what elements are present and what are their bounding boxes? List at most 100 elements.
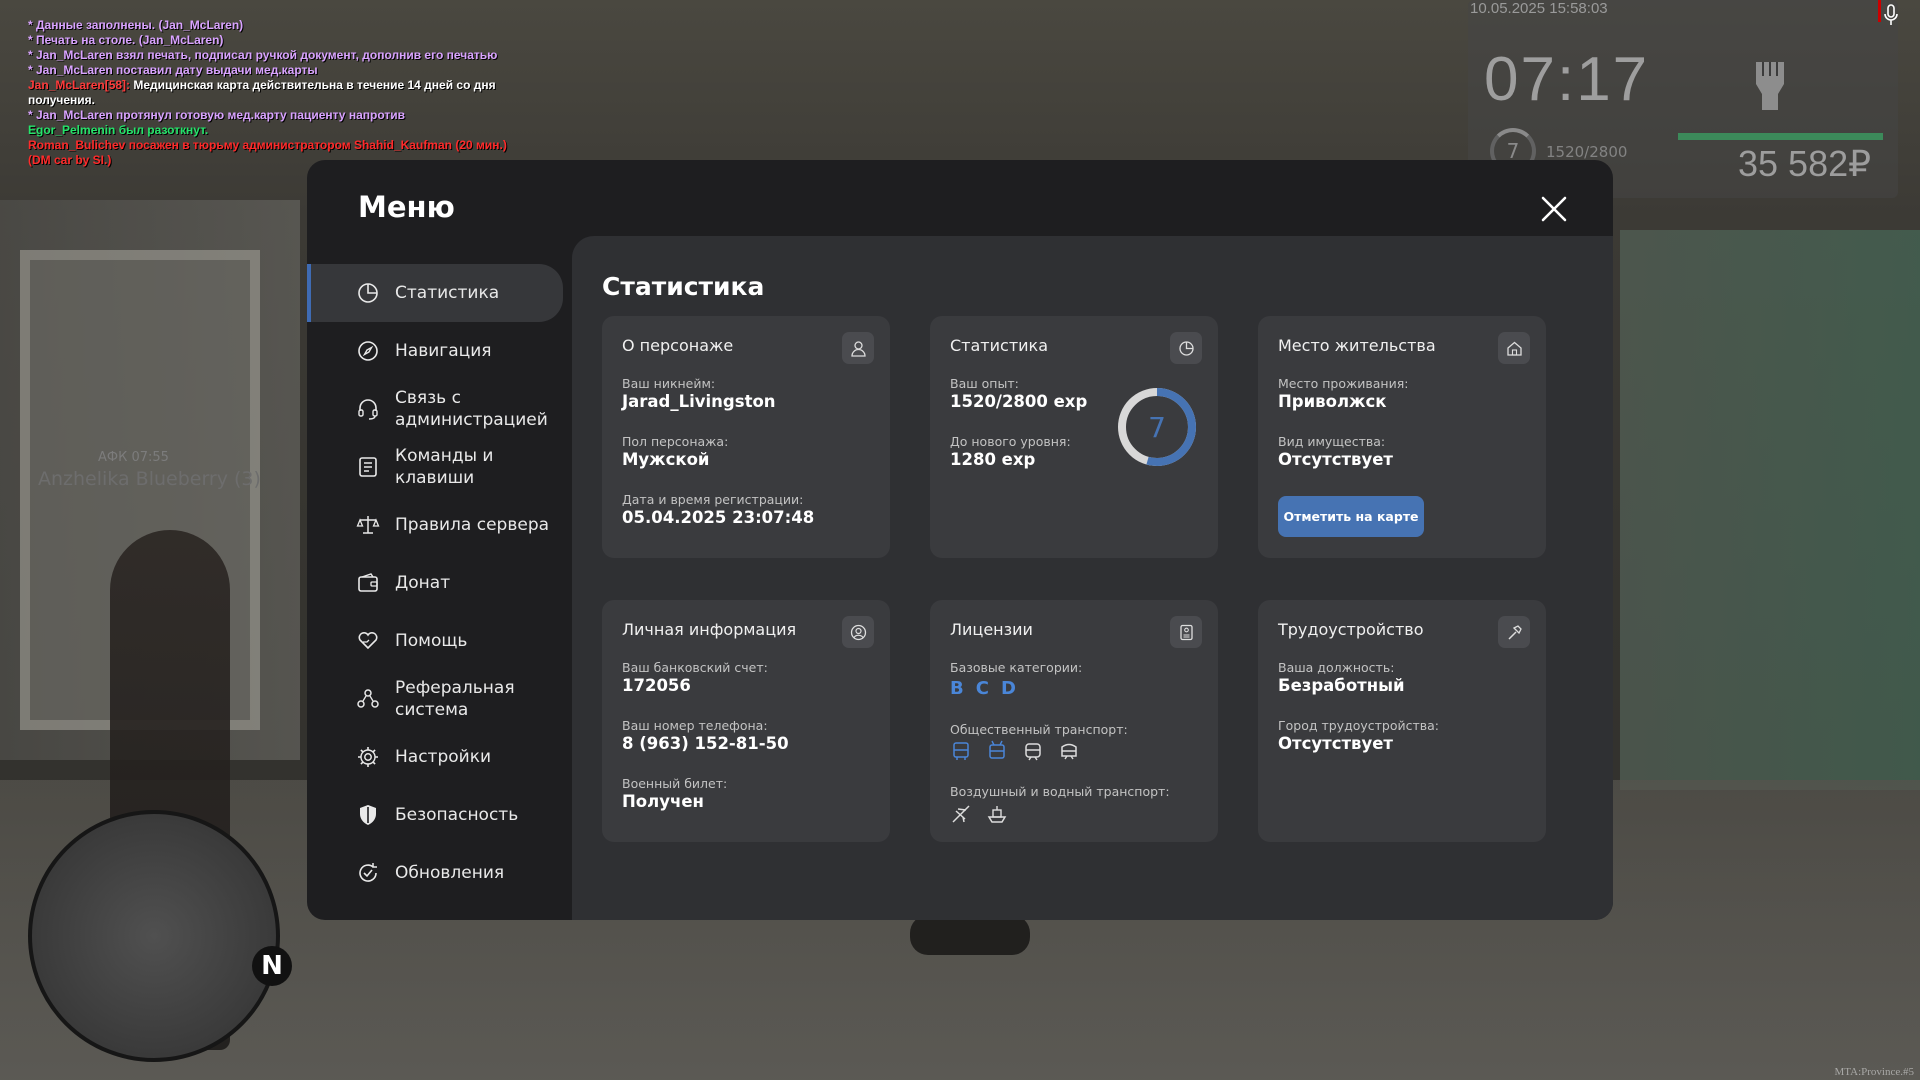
chat-line: * Jan_McLaren протянул готовую мед.карту… — [28, 108, 405, 122]
field-label: Вид имущества: — [1278, 434, 1386, 449]
chat-line: * Jan_McLaren взял печать, подписал ручк… — [28, 48, 498, 62]
hud-exp: 1520/2800 — [1546, 143, 1628, 161]
gender-value: Мужской — [622, 450, 710, 469]
field-label: Воздушный и водный транспорт: — [950, 784, 1170, 799]
sidebar-item-label: Правила сервера — [395, 515, 550, 535]
sidebar-item-label: Настройки — [395, 747, 492, 767]
sidebar-item-label: Обновления — [395, 863, 505, 883]
npc-feet — [910, 915, 1030, 955]
card-icon-box — [842, 616, 874, 648]
sidebar-item-referral[interactable]: Реферальная система — [307, 670, 563, 728]
card-icon-box — [1170, 332, 1202, 364]
chat-line: * Данные заполнены. (Jan_McLaren) — [28, 18, 244, 32]
scales-icon — [356, 516, 380, 534]
sidebar-item-label: Помощь — [395, 631, 468, 651]
trolleybus-icon — [989, 740, 1005, 759]
field-label: Ваш номер телефона: — [622, 718, 768, 733]
property-value: Отсутствует — [1278, 450, 1393, 469]
plane-icon — [952, 805, 970, 823]
gear-icon — [358, 747, 378, 767]
sidebar-item-donate[interactable]: Донат — [307, 554, 563, 612]
card-title: Статистика — [950, 336, 1048, 355]
sidebar-item-help[interactable]: Помощь — [307, 612, 563, 670]
menu-window: Меню Статистика Навигация Связь с админи… — [307, 160, 1613, 920]
sidebar-item-updates[interactable]: Обновления — [307, 844, 563, 902]
radar-minimap — [28, 810, 280, 1062]
position-value: Безработный — [1278, 676, 1405, 695]
nickname-value: Jarad_Livingston — [622, 392, 776, 411]
field-label: Дата и время регистрации: — [622, 492, 804, 507]
field-label: Пол персонажа: — [622, 434, 729, 449]
sidebar-item-commands[interactable]: Команды и клавиши — [307, 438, 563, 496]
sidebar-item-statistics[interactable]: Статистика — [307, 264, 563, 322]
license-category: B — [950, 678, 964, 699]
wall-right — [1620, 230, 1920, 790]
heart-hands-icon — [358, 631, 378, 650]
card-character: О персонаже Ваш никнейм: Jarad_Livingsto… — [602, 316, 890, 558]
close-icon[interactable] — [1539, 194, 1569, 224]
hud-money: 35 582₽ — [1738, 143, 1872, 184]
mark-on-map-button[interactable]: Отметить на карте — [1278, 496, 1424, 537]
job-city-value: Отсутствует — [1278, 734, 1393, 753]
chat-line: Jan_McLaren[58]: Медицинская карта дейст… — [28, 78, 508, 108]
user-circle-icon — [850, 624, 866, 640]
field-label: До нового уровня: — [950, 434, 1071, 449]
menu-title: Меню — [358, 190, 455, 224]
content-title: Статистика — [602, 272, 765, 301]
compass-icon — [358, 341, 378, 361]
field-label: Общественный транспорт: — [950, 722, 1128, 737]
card-title: Лицензии — [950, 620, 1033, 639]
license-category: C — [975, 678, 989, 699]
license-categories: B C D — [950, 678, 1016, 699]
card-title: Трудоустройство — [1278, 620, 1424, 639]
field-label: Базовые категории: — [950, 660, 1083, 675]
card-employment: Трудоустройство Ваша должность: Безработ… — [1258, 600, 1546, 842]
field-label: Ваш банковский счет: — [622, 660, 768, 675]
id-card-icon — [1179, 624, 1193, 640]
shield-icon — [360, 805, 376, 825]
hammer-icon — [1507, 624, 1522, 640]
level-number: 7 — [1148, 411, 1166, 444]
menu-sidebar: Статистика Навигация Связь с администрац… — [307, 264, 563, 902]
field-label: Ваш никнейм: — [622, 376, 716, 391]
next-level-value: 1280 exp — [950, 450, 1036, 469]
bank-account-value: 172056 — [622, 676, 691, 695]
player-name-tag: Anzhelika Blueberry (3) — [38, 468, 261, 490]
card-title: О персонаже — [622, 336, 734, 355]
license-category: D — [1000, 678, 1016, 699]
content-area: Статистика О персонаже Ваш никнейм: Jara… — [572, 236, 1613, 920]
registration-value: 05.04.2025 23:07:48 — [622, 508, 815, 527]
chat-line: * Печать на столе. (Jan_McLaren) — [28, 33, 224, 47]
sidebar-item-label: Связь с администрацией — [395, 388, 548, 430]
military-value: Получен — [622, 792, 704, 811]
refresh-check-icon — [359, 863, 377, 882]
ship-icon — [987, 806, 1007, 823]
card-title: Место жительства — [1278, 336, 1436, 355]
city-value: Приволжск — [1278, 392, 1387, 411]
card-icon-box — [1498, 332, 1530, 364]
pie-chart-icon — [1178, 340, 1194, 356]
sidebar-item-label: Команды и клавиши — [395, 446, 494, 488]
field-label: Ваша должность: — [1278, 660, 1395, 675]
hud-time: 07:17 — [1484, 45, 1650, 114]
sidebar-item-rules[interactable]: Правила сервера — [307, 496, 563, 554]
phone-value: 8 (963) 152-81-50 — [622, 734, 789, 753]
card-title: Личная информация — [622, 620, 797, 639]
sidebar-item-label: Безопасность — [395, 805, 519, 825]
sidebar-item-navigation[interactable]: Навигация — [307, 322, 563, 380]
chat-line: * Jan_McLaren поставил дату выдачи мед.к… — [28, 63, 318, 77]
sidebar-item-admin-contact[interactable]: Связь с администрацией — [307, 380, 563, 438]
chat-line: Egor_Pelmenin был разоткнут. — [28, 123, 209, 137]
sidebar-item-settings[interactable]: Настройки — [307, 728, 563, 786]
card-stats: Статистика Ваш опыт: 1520/2800 exp До но… — [930, 316, 1218, 558]
card-icon-box — [1498, 616, 1530, 648]
home-icon — [1506, 341, 1522, 356]
air-water-transport-icons — [950, 803, 1008, 825]
field-label: Место проживания: — [1278, 376, 1409, 391]
bus-icon — [953, 742, 969, 760]
card-residence: Место жительства Место проживания: Приво… — [1258, 316, 1546, 558]
sidebar-item-security[interactable]: Безопасность — [307, 786, 563, 844]
sidebar-item-label: Реферальная система — [395, 678, 515, 720]
chat-nick: Jan_McLaren[58]: — [28, 78, 131, 92]
sidebar-item-label: Донат — [395, 573, 451, 593]
